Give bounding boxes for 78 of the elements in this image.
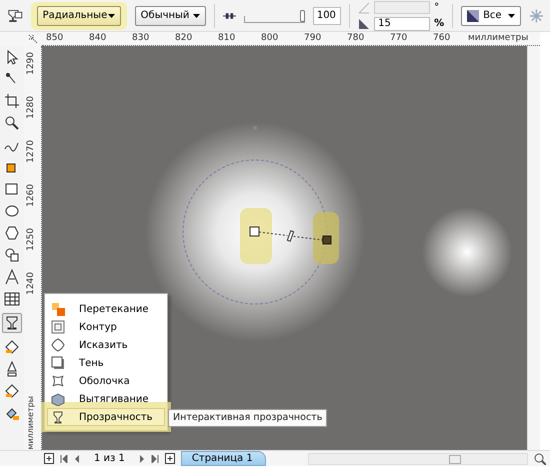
zoom-icon[interactable] [534,452,546,464]
ruler-label: 770 [390,32,408,45]
ruler-label: 820 [175,32,192,45]
shapes-icon[interactable] [4,247,20,263]
fill-type-dropdown[interactable]: Радиальные [36,6,121,26]
ruler-label: 790 [304,32,322,45]
next-page-icon[interactable] [138,454,145,462]
ruler-label: 1250 [27,228,36,251]
caret-icon [508,14,516,18]
ruler-label: 780 [347,32,364,45]
vertical-scrollbar[interactable] [527,46,540,450]
scrollbar-thumb[interactable] [448,454,461,464]
percent-label: % [434,17,444,31]
zoom-icon[interactable] [4,115,20,131]
transparency-icon [51,410,65,424]
transparency-tool-icon[interactable] [6,8,23,24]
shadow-icon [51,356,65,370]
dashed-line [258,232,288,236]
angle-icon [358,2,370,14]
degree-label: ° [434,1,440,15]
menu-item[interactable]: Вытягивание [47,390,165,408]
gradient-icon [467,10,480,22]
menu-item[interactable]: Контур [47,318,165,336]
ruler-label: 760 [433,32,450,45]
menu-item[interactable]: Оболочка [47,372,165,390]
add-page-icon[interactable] [164,453,175,464]
rectangle-icon[interactable] [4,181,20,197]
distort-icon [51,338,65,352]
tooltip: Интерактивная прозрачность [168,409,328,428]
slider-thumb[interactable] [300,10,305,22]
ruler-label: 850 [46,32,64,45]
ruler-unit: миллиметры [468,32,528,45]
start-handle[interactable] [250,226,260,236]
slider-icon [222,12,236,20]
ruler-label: 800 [261,32,278,45]
extrude-icon [51,392,65,406]
ruler-label: 1270 [27,140,36,163]
table-icon[interactable] [4,291,20,307]
target-dropdown[interactable]: Все [461,6,522,26]
ruler-label: 1240 [27,272,36,295]
ruler-origin-icon[interactable] [28,34,38,44]
horizontal-scrollbar[interactable] [308,452,528,464]
contour-icon [51,320,65,334]
page-tab[interactable]: Страница 1 [180,451,266,466]
ruler-label: 1260 [27,184,36,207]
caret-icon [192,14,200,18]
edge-pad-icon [358,18,370,30]
fill-bucket-icon[interactable] [4,383,20,399]
fill-bucket-icon[interactable] [4,339,20,355]
gradient-arrow[interactable] [293,236,323,243]
menu-item[interactable]: Исказить [47,336,165,354]
page-counter: 1 из 1 [94,452,125,466]
menu-item[interactable]: Перетекание [47,300,165,318]
edge-pad-field[interactable]: 15 [374,16,430,30]
end-handle[interactable] [322,236,332,244]
ruler-label: 810 [218,32,236,45]
ruler-label: 830 [132,32,150,45]
caret-icon [108,14,115,18]
merge-mode-dropdown[interactable]: Обычный [134,6,206,26]
ellipse-icon[interactable] [4,203,20,219]
transparency-field[interactable]: 100 [312,6,342,24]
ruler-unit: миллиметры [27,396,35,450]
text-tool-icon[interactable] [4,269,20,285]
ruler-label: 1280 [27,96,36,119]
previous-page-icon[interactable] [74,454,80,462]
blend-icon [51,302,65,316]
crop-icon[interactable] [4,93,20,109]
ruler-label: 840 [89,32,106,45]
midpoint-slider[interactable] [286,230,294,242]
highlight-area [240,208,272,264]
last-page-icon[interactable] [150,454,159,462]
first-page-icon[interactable] [60,454,68,462]
ruler-label: 1290 [27,52,36,75]
add-page-icon[interactable] [44,453,54,464]
envelope-icon [51,374,65,388]
target-label: Все [483,9,502,23]
polygon-icon[interactable] [4,225,20,241]
menu-item[interactable]: Тень [47,354,165,372]
